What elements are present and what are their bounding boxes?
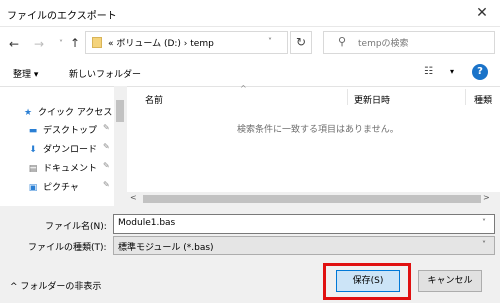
hide-folders-toggle[interactable]: ^ フォルダーの非表示 — [10, 279, 101, 292]
star-icon: ★ — [23, 108, 33, 118]
file-list — [127, 86, 500, 206]
filename-label: ファイル名(N): — [45, 222, 107, 232]
view-options-icon[interactable]: ☷ — [424, 66, 433, 77]
address-dropdown-icon[interactable]: ˅ — [268, 37, 272, 46]
filetype-dropdown-icon[interactable]: ˅ — [482, 240, 486, 249]
filetype-label: ファイルの種類(T): — [28, 243, 107, 253]
column-divider[interactable] — [347, 89, 348, 105]
organize-button[interactable]: 整理 ▾ — [13, 67, 38, 80]
column-header-date-modified[interactable]: 更新日時 — [354, 93, 390, 106]
pin-icon: ✎ — [103, 142, 110, 151]
pin-icon: ✎ — [103, 180, 110, 189]
pin-icon: ✎ — [103, 123, 110, 132]
scroll-right-icon[interactable]: > — [483, 193, 490, 202]
save-button-highlight-box — [323, 263, 411, 300]
horizontal-scroll-thumb[interactable] — [143, 195, 481, 203]
close-icon[interactable]: ✕ — [474, 6, 490, 22]
sidebar-item-desktop[interactable]: ▬ デスクトップ ✎ — [27, 123, 110, 137]
sidebar-item-quick-access[interactable]: ★ クイック アクセス — [22, 105, 112, 119]
back-arrow-icon[interactable]: ← — [7, 36, 21, 52]
new-folder-button[interactable]: 新しいフォルダー — [69, 67, 141, 80]
sidebar-item-label: ダウンロード — [43, 145, 98, 155]
filename-dropdown-icon[interactable]: ˅ — [482, 218, 486, 227]
sidebar-item-pictures[interactable]: ▣ ピクチャ ✎ — [27, 180, 110, 194]
sidebar-item-documents[interactable]: ▤ ドキュメント ✎ — [27, 161, 110, 175]
sidebar-scroll-thumb[interactable] — [116, 100, 124, 122]
cancel-button[interactable]: キャンセル — [418, 270, 482, 292]
refresh-icon[interactable]: ↻ — [290, 31, 312, 54]
empty-list-message: 検索条件に一致する項目はありません。 — [237, 125, 399, 135]
column-header-type[interactable]: 種類 — [474, 93, 492, 106]
help-icon[interactable]: ? — [472, 64, 488, 80]
sidebar-item-label: ピクチャ — [43, 183, 79, 193]
view-dropdown-icon[interactable]: ▾ — [450, 67, 454, 76]
address-path[interactable]: « ボリューム (D:) › temp — [108, 36, 214, 49]
filetype-value[interactable]: 標準モジュール (*.bas) — [118, 240, 214, 253]
sidebar-item-label: ドキュメント — [43, 164, 98, 174]
picture-icon: ▣ — [28, 183, 38, 193]
sidebar-item-label: クイック アクセス — [38, 108, 113, 118]
search-input[interactable] — [323, 31, 495, 54]
sidebar-item-downloads[interactable]: ⬇ ダウンロード ✎ — [27, 142, 109, 156]
recent-locations-chevron-icon[interactable]: ˅ — [54, 36, 68, 52]
download-icon: ⬇ — [29, 145, 37, 155]
search-icon: ⚲ — [338, 35, 347, 48]
column-divider[interactable] — [465, 89, 466, 105]
window-title: ファイルのエクスポート — [7, 11, 117, 22]
document-icon: ▤ — [28, 164, 38, 174]
pin-icon: ✎ — [103, 161, 110, 170]
filename-value[interactable]: Module1.bas — [118, 218, 175, 228]
column-header-name[interactable]: 名前 — [145, 93, 163, 106]
desktop-icon: ▬ — [28, 126, 38, 136]
sidebar-item-label: デスクトップ — [43, 126, 98, 136]
scroll-left-icon[interactable]: < — [130, 193, 137, 202]
sort-arrow-icon: ^ — [240, 84, 247, 93]
up-arrow-icon[interactable]: ↑ — [68, 35, 82, 51]
forward-arrow-icon[interactable]: → — [32, 36, 46, 52]
folder-icon — [92, 37, 102, 48]
search-placeholder: tempの検索 — [358, 39, 409, 49]
